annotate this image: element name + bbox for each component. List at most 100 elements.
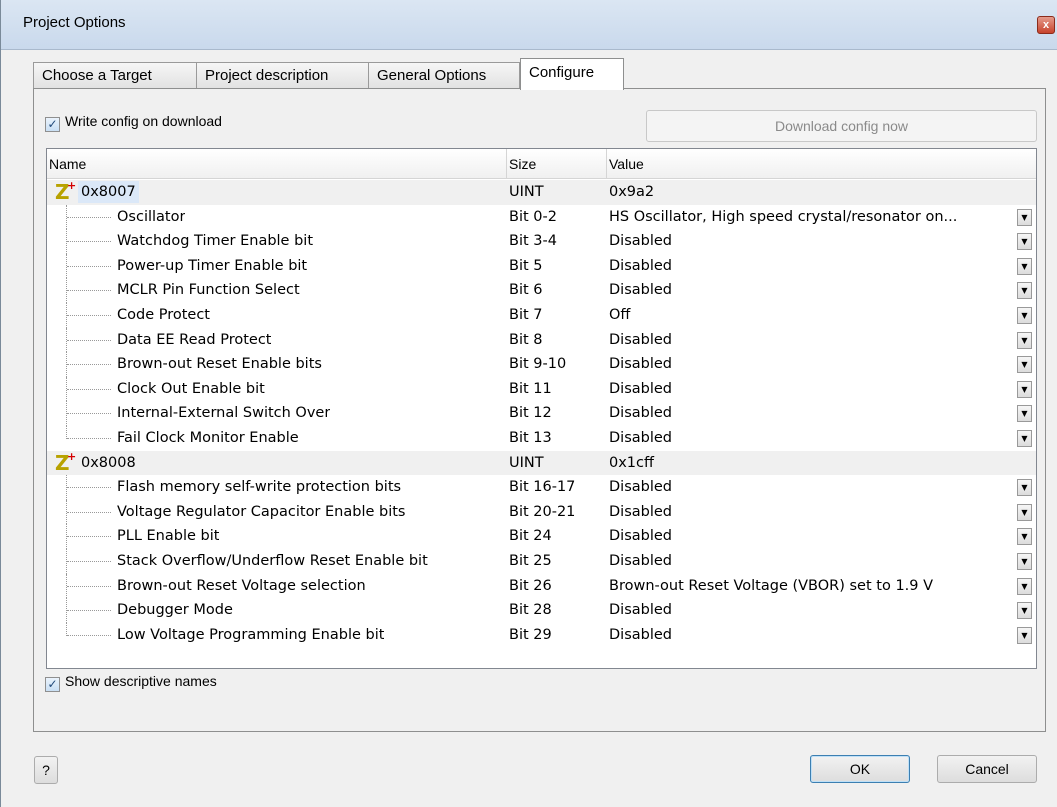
chevron-down-icon[interactable]: ▼ bbox=[1017, 552, 1032, 570]
group-address: 0x8007 bbox=[78, 181, 139, 203]
setting-size: Bit 28 bbox=[509, 602, 552, 619]
setting-name: Oscillator bbox=[117, 208, 186, 225]
chevron-down-icon[interactable]: ▼ bbox=[1017, 380, 1032, 398]
checkbox-checked-icon: ✓ bbox=[45, 677, 60, 692]
group-address: 0x8008 bbox=[81, 454, 136, 471]
tab-configure[interactable]: Configure bbox=[520, 58, 624, 90]
setting-value[interactable]: Disabled bbox=[609, 623, 1013, 647]
setting-value[interactable]: Disabled bbox=[609, 426, 1013, 450]
table-body: Z + 0x8007 UINT 0x9a2 Oscillator Bit 0-2 … bbox=[47, 179, 1036, 648]
write-config-label: Write config on download bbox=[65, 113, 222, 129]
table-row[interactable]: MCLR Pin Function Select Bit 6 Disabled … bbox=[47, 278, 1036, 303]
setting-name: Stack Overflow/Underflow Reset Enable bi… bbox=[117, 552, 428, 569]
column-header-value[interactable]: Value bbox=[607, 149, 1037, 179]
setting-value[interactable]: Disabled bbox=[609, 475, 1013, 499]
setting-name: Power-up Timer Enable bit bbox=[117, 257, 308, 274]
chevron-down-icon[interactable]: ▼ bbox=[1017, 528, 1032, 546]
table-row[interactable]: Internal-External Switch Over Bit 12 Dis… bbox=[47, 401, 1036, 426]
column-header-name[interactable]: Name bbox=[47, 149, 507, 179]
setting-value[interactable]: Disabled bbox=[609, 377, 1013, 401]
chevron-down-icon[interactable]: ▼ bbox=[1017, 405, 1032, 423]
group-size: UINT bbox=[509, 454, 544, 471]
setting-value[interactable]: Disabled bbox=[609, 598, 1013, 622]
write-config-checkbox[interactable]: ✓ Write config on download bbox=[45, 113, 222, 132]
chevron-down-icon[interactable]: ▼ bbox=[1017, 306, 1032, 324]
table-row[interactable]: Code Protect Bit 7 Off ▼ bbox=[47, 302, 1036, 328]
table-row[interactable]: Watchdog Timer Enable bit Bit 3-4 Disabl… bbox=[47, 229, 1036, 254]
setting-name: Low Voltage Programming Enable bit bbox=[117, 626, 385, 643]
column-header-size[interactable]: Size bbox=[507, 149, 607, 179]
setting-size: Bit 16-17 bbox=[509, 479, 576, 496]
chevron-down-icon[interactable]: ▼ bbox=[1017, 331, 1032, 349]
show-descriptive-names-checkbox[interactable]: ✓ Show descriptive names bbox=[45, 673, 217, 692]
setting-size: Bit 3-4 bbox=[509, 233, 557, 250]
tab-project-description[interactable]: Project description bbox=[196, 62, 369, 89]
setting-size: Bit 12 bbox=[509, 405, 552, 422]
setting-value[interactable]: Disabled bbox=[609, 500, 1013, 524]
table-header: Name Size Value bbox=[47, 149, 1036, 179]
config-z-icon: Z + bbox=[55, 449, 77, 475]
table-row[interactable]: Stack Overflow/Underflow Reset Enable bi… bbox=[47, 548, 1036, 574]
chevron-down-icon[interactable]: ▼ bbox=[1017, 356, 1032, 374]
table-row[interactable]: Fail Clock Monitor Enable Bit 13 Disable… bbox=[47, 425, 1036, 451]
chevron-down-icon[interactable]: ▼ bbox=[1017, 282, 1032, 300]
ok-button[interactable]: OK bbox=[810, 755, 910, 783]
table-row[interactable]: Low Voltage Programming Enable bit Bit 2… bbox=[47, 622, 1036, 648]
table-row[interactable]: Voltage Regulator Capacitor Enable bits … bbox=[47, 499, 1036, 525]
checkbox-checked-icon: ✓ bbox=[45, 117, 60, 132]
group-row-0x8008[interactable]: Z + 0x8008 UINT 0x1cff bbox=[47, 449, 1036, 476]
table-row[interactable]: Data EE Read Protect Bit 8 Disabled ▼ bbox=[47, 327, 1036, 353]
setting-value[interactable]: Disabled bbox=[609, 229, 1013, 253]
chevron-down-icon[interactable]: ▼ bbox=[1017, 208, 1032, 226]
window-title: Project Options bbox=[23, 14, 126, 31]
setting-value[interactable]: Disabled bbox=[609, 278, 1013, 302]
chevron-down-icon[interactable]: ▼ bbox=[1017, 233, 1032, 251]
table-row[interactable]: Power-up Timer Enable bit Bit 5 Disabled… bbox=[47, 253, 1036, 279]
table-row[interactable]: Debugger Mode Bit 28 Disabled ▼ bbox=[47, 598, 1036, 623]
show-names-label: Show descriptive names bbox=[65, 673, 217, 689]
download-config-button[interactable]: Download config now bbox=[646, 110, 1037, 142]
setting-value[interactable]: Disabled bbox=[609, 401, 1013, 425]
setting-value[interactable]: Disabled bbox=[609, 549, 1013, 573]
close-button[interactable]: x bbox=[1037, 16, 1055, 34]
chevron-down-icon[interactable]: ▼ bbox=[1017, 503, 1032, 521]
setting-value[interactable]: Disabled bbox=[609, 524, 1013, 548]
config-z-icon: Z + bbox=[55, 179, 77, 204]
setting-size: Bit 7 bbox=[509, 306, 543, 323]
tab-general-options[interactable]: General Options bbox=[368, 62, 520, 89]
chevron-down-icon[interactable]: ▼ bbox=[1017, 479, 1032, 497]
tab-choose-target[interactable]: Choose a Target bbox=[33, 62, 197, 89]
table-row[interactable]: Brown-out Reset Voltage selection Bit 26… bbox=[47, 573, 1036, 599]
setting-name: Internal-External Switch Over bbox=[117, 405, 331, 422]
setting-size: Bit 25 bbox=[509, 552, 552, 569]
setting-size: Bit 24 bbox=[509, 528, 552, 545]
setting-name: Watchdog Timer Enable bit bbox=[117, 233, 314, 250]
chevron-down-icon[interactable]: ▼ bbox=[1017, 577, 1032, 595]
configure-panel: ✓ Write config on download Download confi… bbox=[33, 88, 1046, 732]
title-bar: Project Options x bbox=[1, 0, 1057, 50]
group-row-0x8007[interactable]: Z + 0x8007 UINT 0x9a2 bbox=[47, 179, 1036, 205]
setting-name: MCLR Pin Function Select bbox=[117, 282, 300, 299]
chevron-down-icon[interactable]: ▼ bbox=[1017, 257, 1032, 275]
chevron-down-icon[interactable]: ▼ bbox=[1017, 602, 1032, 620]
setting-value[interactable]: Off bbox=[609, 303, 1013, 327]
table-row[interactable]: Brown-out Reset Enable bits Bit 9-10 Dis… bbox=[47, 352, 1036, 377]
setting-value[interactable]: Disabled bbox=[609, 328, 1013, 352]
setting-value[interactable]: Brown-out Reset Voltage (VBOR) set to 1.… bbox=[609, 574, 1013, 598]
setting-size: Bit 13 bbox=[509, 429, 552, 446]
setting-name: Brown-out Reset Enable bits bbox=[117, 356, 322, 373]
setting-name: Brown-out Reset Voltage selection bbox=[117, 577, 366, 594]
table-row[interactable]: Flash memory self-write protection bits … bbox=[47, 475, 1036, 500]
table-row[interactable]: Oscillator Bit 0-2 HS Oscillator, High s… bbox=[47, 204, 1036, 230]
group-value: 0x1cff bbox=[609, 454, 654, 471]
setting-value[interactable]: Disabled bbox=[609, 352, 1013, 376]
table-row[interactable]: PLL Enable bit Bit 24 Disabled ▼ bbox=[47, 524, 1036, 549]
setting-value[interactable]: Disabled bbox=[609, 254, 1013, 278]
cancel-button[interactable]: Cancel bbox=[937, 755, 1037, 783]
chevron-down-icon[interactable]: ▼ bbox=[1017, 429, 1032, 447]
table-row[interactable]: Clock Out Enable bit Bit 11 Disabled ▼ bbox=[47, 376, 1036, 402]
help-button[interactable]: ? bbox=[34, 756, 58, 784]
chevron-down-icon[interactable]: ▼ bbox=[1017, 626, 1032, 644]
setting-value[interactable]: HS Oscillator, High speed crystal/resona… bbox=[609, 205, 1013, 229]
setting-size: Bit 5 bbox=[509, 257, 543, 274]
